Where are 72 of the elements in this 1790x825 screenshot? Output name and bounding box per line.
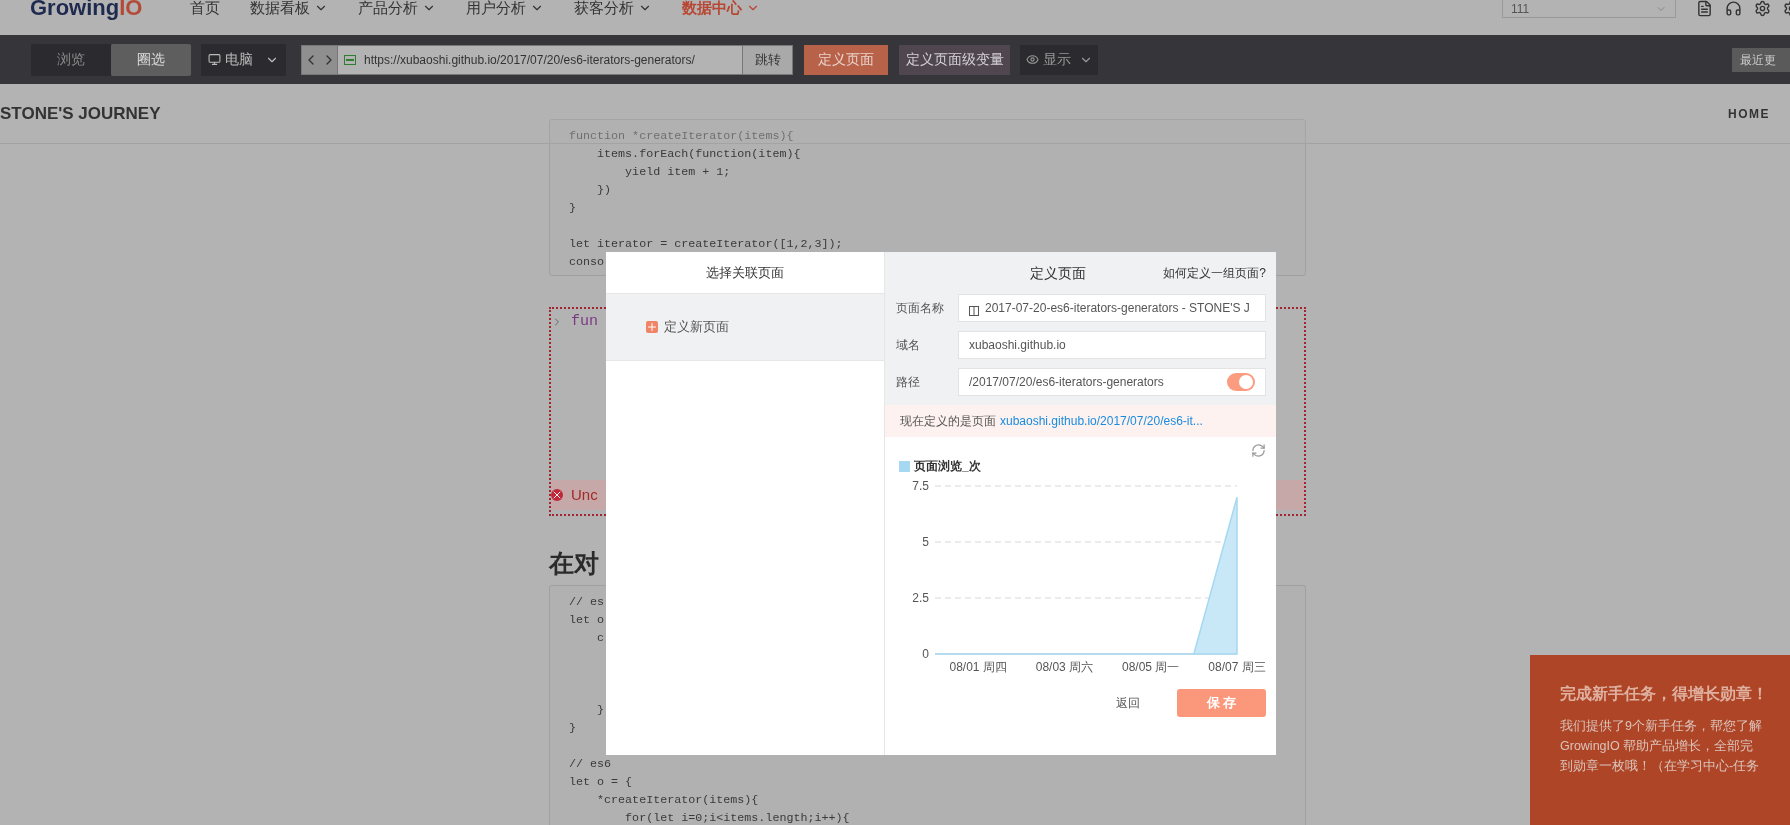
eye-icon bbox=[1025, 53, 1039, 66]
code-line: *createIterator(items){ bbox=[596, 792, 759, 809]
code-line: }) bbox=[596, 182, 612, 199]
go-button[interactable]: 跳转 bbox=[742, 45, 792, 74]
y-tick-label: 5 bbox=[922, 535, 929, 549]
y-tick-label: 7.5 bbox=[912, 479, 929, 493]
define-variable-button[interactable]: 定义页面级变量 bbox=[899, 44, 1010, 75]
notification-text: 我们提供了9个新手任务，帮您了解 bbox=[1560, 718, 1762, 735]
x-tick-label: 08/01 周四 bbox=[949, 660, 1007, 674]
x-tick-label: 08/05 周一 bbox=[1122, 660, 1180, 674]
notification-title: 完成新手任务，得增长勋章！ bbox=[1560, 684, 1768, 704]
code-line: let o bbox=[569, 612, 605, 629]
code-line: // es6 bbox=[569, 756, 612, 773]
recent-updates-button[interactable]: 最近更 bbox=[1732, 47, 1790, 72]
field-label: 域名 bbox=[895, 337, 921, 354]
nav-menu-item[interactable]: 首页 bbox=[190, 0, 221, 16]
y-tick-label: 0 bbox=[922, 647, 929, 661]
x-tick-label: 08/07 周三 bbox=[1208, 660, 1266, 674]
new-page-item[interactable]: 定义新页面 bbox=[606, 294, 884, 361]
code-line: yield item + 1; bbox=[624, 164, 731, 181]
text-field[interactable]: /2017/07/20/es6-iterators-generators bbox=[958, 368, 1266, 396]
code-line: // es bbox=[569, 594, 605, 611]
nav-menu-item[interactable]: 数据看板 bbox=[250, 0, 329, 16]
settings-icon[interactable] bbox=[1754, 0, 1771, 17]
code-line: let o = { bbox=[569, 774, 633, 791]
headset-icon[interactable] bbox=[1725, 0, 1742, 17]
x-tick-label: 08/03 周六 bbox=[1035, 660, 1094, 674]
document-icon[interactable] bbox=[1696, 0, 1713, 17]
code-line: } bbox=[596, 702, 605, 719]
back-button[interactable]: 返回 bbox=[1116, 694, 1140, 712]
help-link[interactable]: 如何定义一组页面? bbox=[1163, 264, 1266, 282]
code-line: c bbox=[596, 630, 605, 647]
sdk-icon bbox=[344, 54, 356, 65]
home-link[interactable]: HOME bbox=[1728, 104, 1770, 123]
text-field[interactable]: 2017-07-20-es6-iterators-generators - STONE'S J bbox=[958, 294, 1266, 322]
nav-menu-item[interactable]: 用户分析 bbox=[466, 0, 545, 16]
code-line: } bbox=[569, 720, 576, 737]
code-line: let iterator = createIterator([1,2,3]); bbox=[569, 236, 843, 253]
text-field[interactable]: xubaoshi.github.io bbox=[958, 331, 1266, 359]
site-title: STONE'S JOURNEY bbox=[0, 102, 161, 125]
notification-text: GrowingIO 帮助产品增长，全部完 bbox=[1560, 738, 1754, 755]
page-link[interactable]: xubaoshi.github.io/2017/07/20/es6-it... bbox=[1000, 412, 1203, 430]
error-icon bbox=[551, 489, 563, 501]
code-line: conso bbox=[569, 254, 605, 271]
monitor-icon bbox=[208, 53, 221, 66]
notification-text: 到勋章一枚哦！（在学习中心-任务 bbox=[1560, 758, 1760, 775]
url-field[interactable]: https://xubaoshi.github.io/2017/07/20/es6-iterators-generators/ bbox=[338, 45, 742, 74]
mode-tab[interactable]: 浏览 bbox=[31, 43, 111, 76]
legend-label: 页面浏览_次 bbox=[914, 458, 981, 475]
notice-text: 现在定义的是页面 bbox=[900, 413, 996, 430]
console-code-text: fun bbox=[571, 312, 598, 332]
nav-menu-item[interactable]: 产品分析 bbox=[358, 0, 437, 16]
nav-menu-item[interactable]: 获客分析 bbox=[574, 0, 653, 16]
code-line: function *createIterator(items){ bbox=[569, 128, 794, 145]
toggle-switch[interactable] bbox=[1227, 373, 1255, 391]
display-dropdown[interactable]: 显示 bbox=[1020, 44, 1098, 75]
error-text: Unc bbox=[571, 484, 598, 505]
device-dropdown[interactable]: 电脑 bbox=[201, 43, 286, 76]
code-line: } bbox=[569, 200, 576, 217]
code-line: items.forEach(function(item){ bbox=[596, 146, 801, 163]
layout-icon bbox=[969, 306, 979, 316]
plus-icon bbox=[646, 321, 658, 333]
mode-tab[interactable]: 圈选 bbox=[111, 43, 191, 76]
field-label: 页面名称 bbox=[895, 300, 945, 317]
section-heading: 在对 bbox=[549, 548, 599, 578]
panel-title: 定义页面 bbox=[1030, 263, 1086, 283]
legend-swatch bbox=[899, 460, 910, 472]
field-label: 路径 bbox=[895, 374, 921, 391]
y-tick-label: 2.5 bbox=[912, 591, 929, 605]
refresh-icon[interactable] bbox=[1251, 443, 1266, 458]
code-line: for(let i=0;i<items.length;i++){ bbox=[624, 810, 850, 825]
project-select[interactable]: 111 bbox=[1502, 0, 1676, 18]
